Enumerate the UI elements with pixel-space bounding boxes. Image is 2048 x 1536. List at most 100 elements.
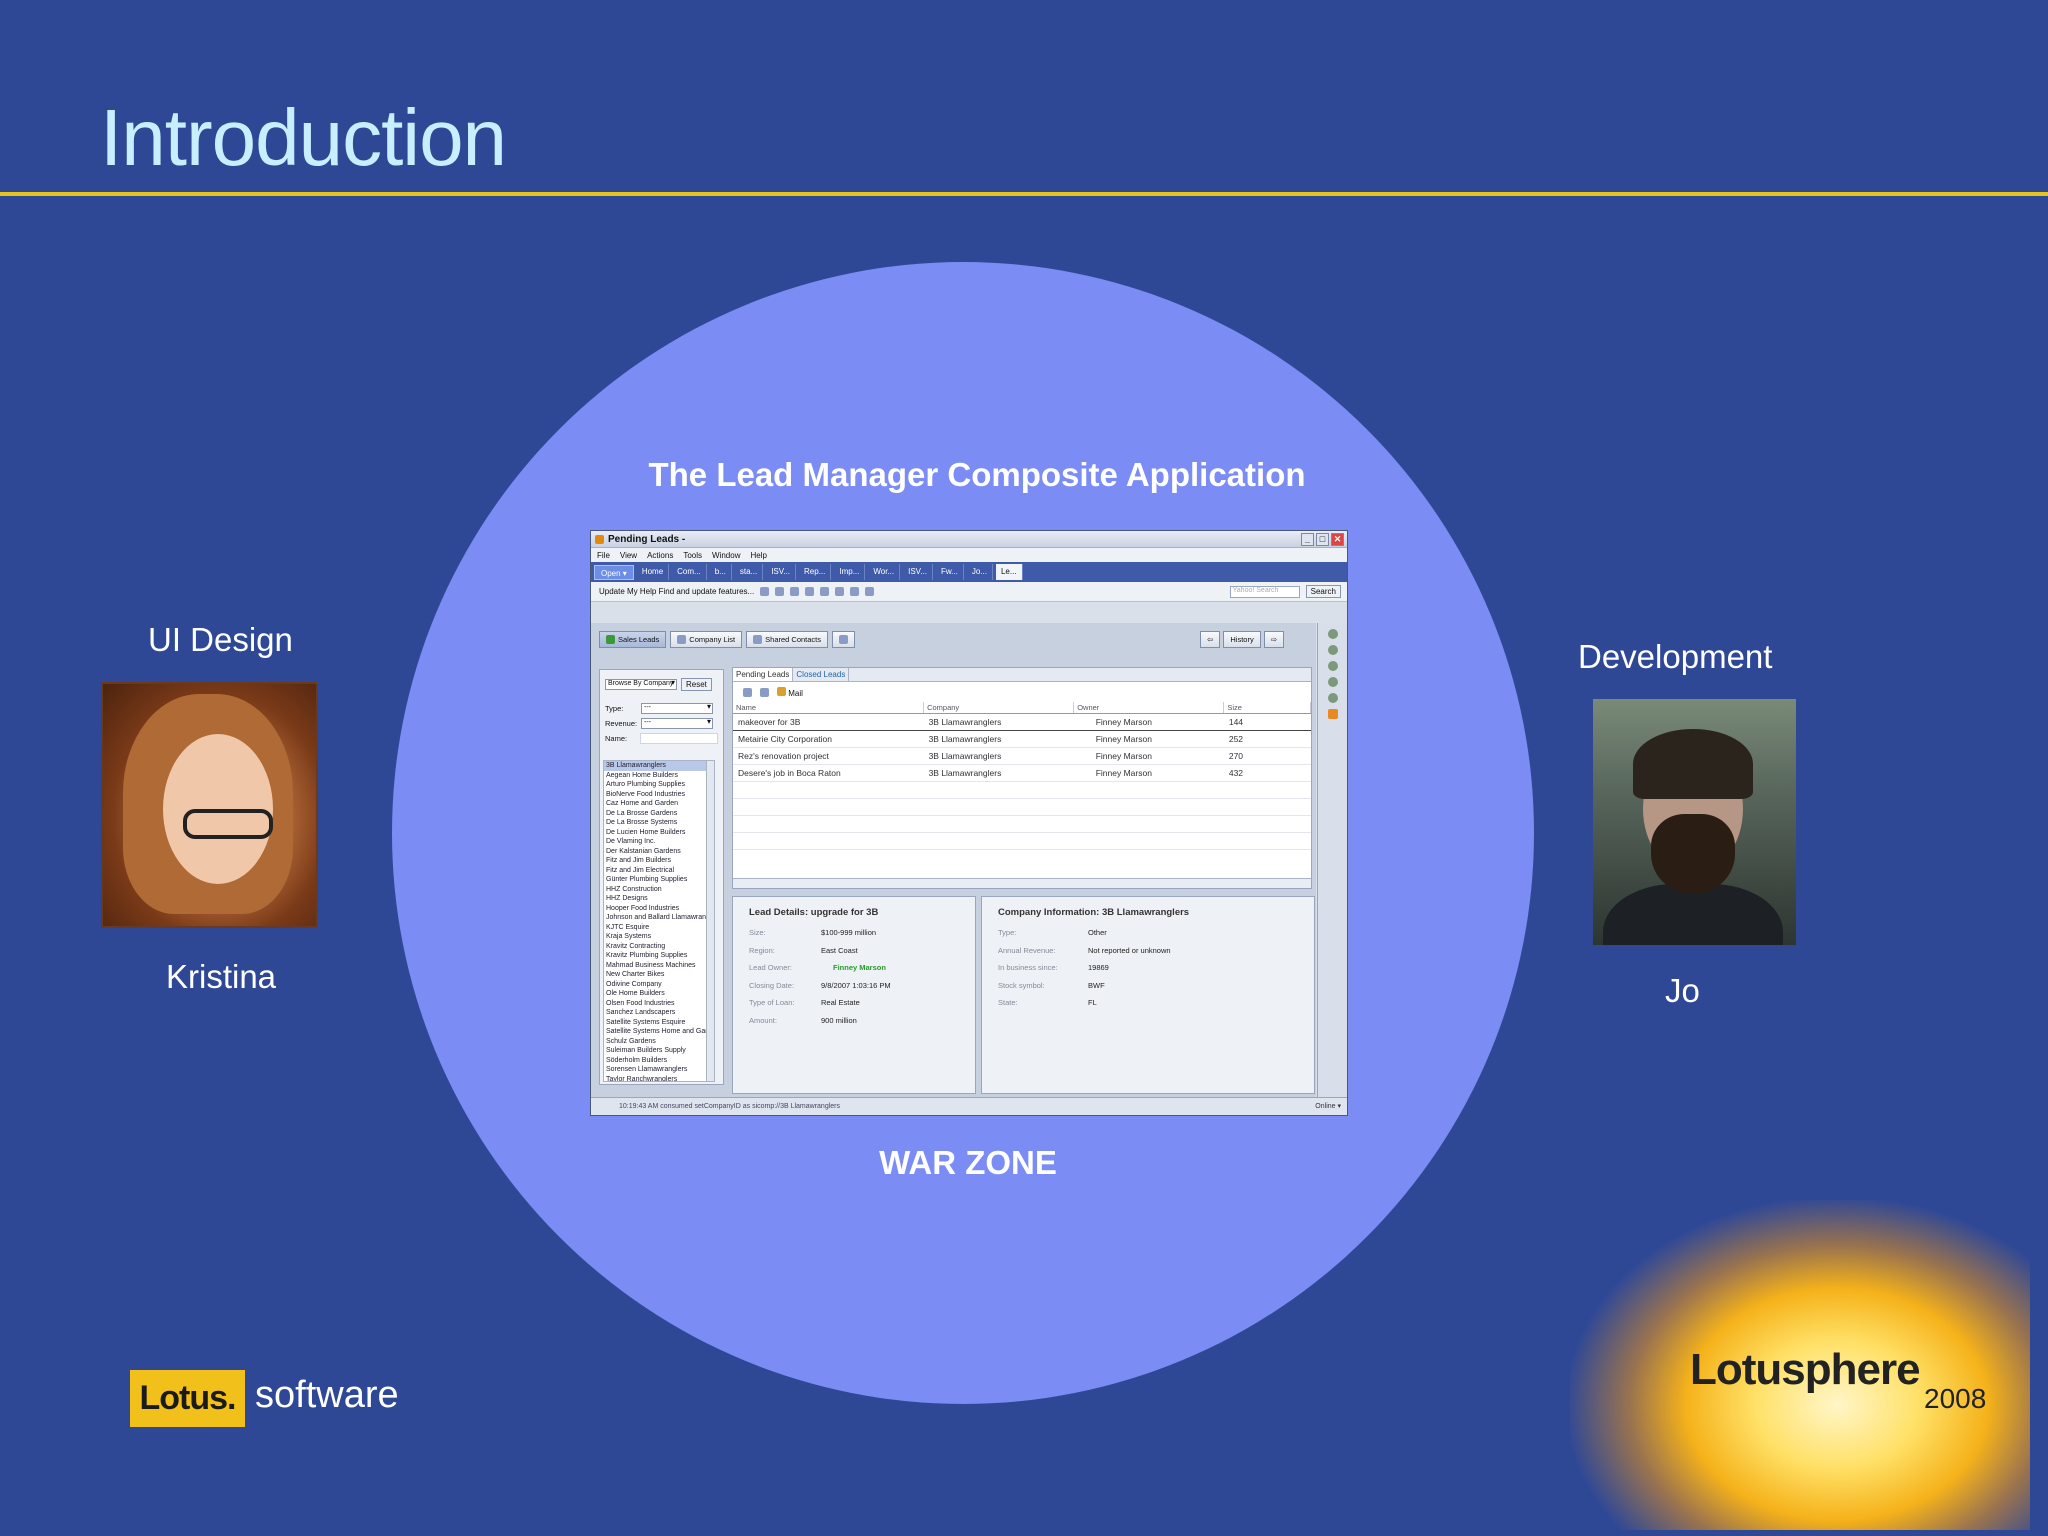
toolbar-icon[interactable] <box>820 587 830 596</box>
toolbar-icon[interactable] <box>805 587 815 596</box>
company-list-item[interactable]: Caz Home and Garden <box>604 799 714 809</box>
menu-file[interactable]: File <box>597 551 610 560</box>
online-status[interactable]: Online ▾ <box>1315 1102 1341 1110</box>
company-list-item[interactable]: Kraja Systems <box>604 932 714 942</box>
company-list-item[interactable]: Mahmad Business Machines <box>604 961 714 971</box>
reset-button[interactable]: Reset <box>681 678 712 691</box>
history-button[interactable]: History <box>1223 631 1261 648</box>
maximize-button[interactable]: □ <box>1316 533 1329 546</box>
help-button[interactable] <box>832 631 856 648</box>
company-list-item[interactable]: De La Brosse Systems <box>604 818 714 828</box>
company-list-item[interactable]: Kravitz Contracting <box>604 942 714 952</box>
toolbar-icon[interactable] <box>760 587 770 596</box>
tab-sta[interactable]: sta... <box>735 564 764 580</box>
sales-leads-button[interactable]: Sales Leads <box>599 631 667 648</box>
company-list-item[interactable]: Söderholm Builders <box>604 1056 714 1066</box>
column-company[interactable]: Company <box>923 702 1075 714</box>
menu-window[interactable]: Window <box>712 551 740 560</box>
company-list-item[interactable]: New Charter Bikes <box>604 970 714 980</box>
sidebar-icon[interactable] <box>1327 629 1338 639</box>
company-list-item[interactable]: Fitz and Jim Electrical <box>604 866 714 876</box>
company-list-item[interactable]: Der Kalstanian Gardens <box>604 847 714 857</box>
company-list-item[interactable]: Hooper Food Industries <box>604 904 714 914</box>
table-row[interactable]: Rez's renovation project 3B Llamawrangle… <box>733 747 1311 765</box>
horizontal-scrollbar[interactable] <box>733 878 1311 888</box>
tab-jo[interactable]: Jo... <box>967 564 993 580</box>
edit-icon[interactable] <box>760 687 769 697</box>
scrollbar[interactable] <box>706 761 714 1081</box>
company-list-item[interactable]: HHZ Designs <box>604 894 714 904</box>
company-list-item[interactable]: Johnson and Ballard Llamawranglers <box>604 913 714 923</box>
company-list-item[interactable]: Suleiman Builders Supply <box>604 1046 714 1056</box>
sidebar-icon[interactable] <box>1327 661 1338 671</box>
tab-com[interactable]: Com... <box>672 564 707 580</box>
toolbar-icon[interactable] <box>835 587 845 596</box>
company-list-item[interactable]: Sanchez Landscapers <box>604 1008 714 1018</box>
company-list-item[interactable]: Arturo Plumbing Supplies <box>604 780 714 790</box>
company-list-item[interactable]: KJTC Esquire <box>604 923 714 933</box>
company-list-item[interactable]: Aegean Home Builders <box>604 771 714 781</box>
company-list-item[interactable]: Günter Plumbing Supplies <box>604 875 714 885</box>
new-lead-icon[interactable] <box>743 687 752 697</box>
tab-wor[interactable]: Wor... <box>868 564 901 580</box>
mail-button[interactable]: Mail <box>777 686 803 698</box>
company-list-item[interactable]: Kravitz Plumbing Supplies <box>604 951 714 961</box>
sidebar-icon[interactable] <box>1327 677 1338 687</box>
tab-le[interactable]: Le... <box>995 564 1023 580</box>
company-list-item[interactable]: Ole Home Builders <box>604 989 714 999</box>
table-row[interactable]: Metairie City Corporation 3B Llamawrangl… <box>733 730 1311 748</box>
sidebar-icon[interactable] <box>1327 645 1338 655</box>
column-owner[interactable]: Owner <box>1073 702 1225 714</box>
toolbar-icon[interactable] <box>775 587 785 596</box>
company-list-item[interactable]: De La Brosse Gardens <box>604 809 714 819</box>
tab-b[interactable]: b... <box>710 564 732 580</box>
revenue-select[interactable]: --- <box>641 717 713 729</box>
company-list-item[interactable]: Satellite Systems Home and Garden <box>604 1027 714 1037</box>
menu-tools[interactable]: Tools <box>683 551 702 560</box>
table-row[interactable]: Desere's job in Boca Raton 3B Llamawrang… <box>733 764 1311 782</box>
toolbar-icon[interactable] <box>865 587 875 596</box>
minimize-button[interactable]: _ <box>1301 533 1314 546</box>
back-arrow-icon[interactable]: ⇦ <box>1200 631 1221 648</box>
company-list-item[interactable]: Fitz and Jim Builders <box>604 856 714 866</box>
forward-arrow-icon[interactable]: ⇨ <box>1263 631 1284 648</box>
company-list-item[interactable]: HHZ Construction <box>604 885 714 895</box>
name-input[interactable] <box>640 733 718 744</box>
tab-closed-leads[interactable]: Closed Leads <box>793 668 850 681</box>
company-list-item[interactable]: Taylor Ranchwranglers <box>604 1075 714 1082</box>
toolbar-icon[interactable] <box>850 587 860 596</box>
table-row[interactable]: makeover for 3B 3B Llamawranglers Finney… <box>733 713 1311 731</box>
search-button[interactable]: Search <box>1305 585 1341 598</box>
menu-actions[interactable]: Actions <box>647 551 673 560</box>
toolbar-icon[interactable] <box>790 587 800 596</box>
tab-imp[interactable]: Imp... <box>834 564 866 580</box>
sidebar-icon[interactable] <box>1327 693 1338 703</box>
close-button[interactable]: ✕ <box>1331 533 1344 546</box>
shared-contacts-button[interactable]: Shared Contacts <box>746 631 829 648</box>
company-list-item[interactable]: Schulz Gardens <box>604 1037 714 1047</box>
column-size[interactable]: Size <box>1223 702 1311 714</box>
type-select[interactable]: --- <box>641 702 713 714</box>
column-name[interactable]: Name <box>733 702 925 714</box>
company-list-item[interactable]: Odivine Company <box>604 980 714 990</box>
company-list-item[interactable]: Satellite Systems Esquire <box>604 1018 714 1028</box>
search-input[interactable]: Yahoo! Search <box>1229 585 1300 598</box>
company-list-item[interactable]: De Vlaming Inc. <box>604 837 714 847</box>
menu-view[interactable]: View <box>620 551 637 560</box>
company-list-item[interactable]: BioNerve Food Industries <box>604 790 714 800</box>
tab-pending-leads[interactable]: Pending Leads <box>733 668 794 681</box>
company-list-item[interactable]: De Lucien Home Builders <box>604 828 714 838</box>
lead-owner-link[interactable]: Finney Marson <box>821 963 886 972</box>
company-list-item[interactable]: 3B Llamawranglers <box>604 761 714 771</box>
tab-fw[interactable]: Fw... <box>936 564 964 580</box>
toolbar-help-text[interactable]: Update My Help Find and update features.… <box>599 587 754 596</box>
tab-rep[interactable]: Rep... <box>799 564 832 580</box>
tab-home[interactable]: Home <box>637 564 670 580</box>
rss-icon[interactable] <box>1327 709 1338 719</box>
open-button[interactable]: Open ▾ <box>594 564 634 580</box>
tab-isv[interactable]: ISV... <box>766 564 797 580</box>
company-list-item[interactable]: Sorensen Llamawranglers <box>604 1065 714 1075</box>
company-list-item[interactable]: Olsen Food Industries <box>604 999 714 1009</box>
menu-help[interactable]: Help <box>750 551 766 560</box>
company-list-button[interactable]: Company List <box>670 631 743 648</box>
